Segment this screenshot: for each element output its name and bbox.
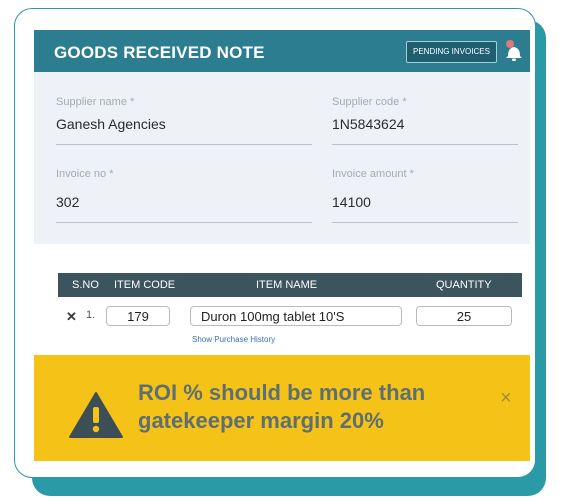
invoice-no-field[interactable]: Invoice no * 302 — [56, 168, 312, 224]
supplier-form: Supplier name * Ganesh Agencies Supplier… — [34, 72, 530, 244]
supplier-code-field[interactable]: Supplier code * 1N5843624 — [332, 96, 518, 146]
pending-invoices-button[interactable]: PENDING INVOICES — [406, 41, 497, 63]
invoice-amount-field[interactable]: Invoice amount * 14100 — [332, 168, 518, 224]
warning-alert: ROI % should be more than gatekeeper mar… — [34, 355, 530, 461]
supplier-name-field[interactable]: Supplier name * Ganesh Agencies — [56, 96, 312, 146]
invoice-no-underline — [56, 222, 312, 223]
supplier-name-underline — [56, 144, 312, 145]
show-purchase-history-link[interactable]: Show Purchase History — [192, 335, 275, 344]
page-title: GOODS RECEIVED NOTE — [54, 43, 265, 62]
item-name-input[interactable]: Duron 100mg tablet 10'S — [190, 306, 402, 326]
supplier-code-value[interactable]: 1N5843624 — [332, 116, 518, 132]
header-quantity: QUANTITY — [436, 279, 492, 291]
invoice-amount-label: Invoice amount * — [332, 168, 414, 180]
supplier-code-underline — [332, 144, 518, 145]
header-item-code: ITEM CODE — [114, 279, 176, 291]
table-header: S.NO ITEM CODE ITEM NAME QUANTITY — [58, 273, 522, 297]
close-icon[interactable]: × — [500, 387, 512, 410]
supplier-code-label: Supplier code * — [332, 96, 407, 108]
alert-message: ROI % should be more than gatekeeper mar… — [138, 380, 426, 433]
supplier-name-label: Supplier name * — [56, 96, 135, 108]
warning-icon — [68, 391, 124, 439]
remove-row-icon[interactable]: ✕ — [66, 309, 77, 325]
quantity-input[interactable]: 25 — [416, 306, 512, 326]
invoice-no-label: Invoice no * — [56, 168, 114, 180]
grn-header: GOODS RECEIVED NOTE PENDING INVOICES — [34, 30, 530, 72]
row-sno: 1. — [86, 309, 96, 321]
header-sno: S.NO — [72, 279, 99, 291]
item-code-input[interactable]: 179 — [106, 306, 170, 326]
invoice-amount-underline — [332, 222, 518, 223]
invoice-no-value[interactable]: 302 — [56, 194, 312, 210]
header-item-name: ITEM NAME — [256, 279, 318, 291]
supplier-name-value[interactable]: Ganesh Agencies — [56, 116, 312, 132]
bell-icon[interactable] — [504, 40, 524, 62]
items-table: S.NO ITEM CODE ITEM NAME QUANTITY ✕ 1. 1… — [58, 273, 522, 363]
invoice-amount-value[interactable]: 14100 — [332, 194, 518, 210]
